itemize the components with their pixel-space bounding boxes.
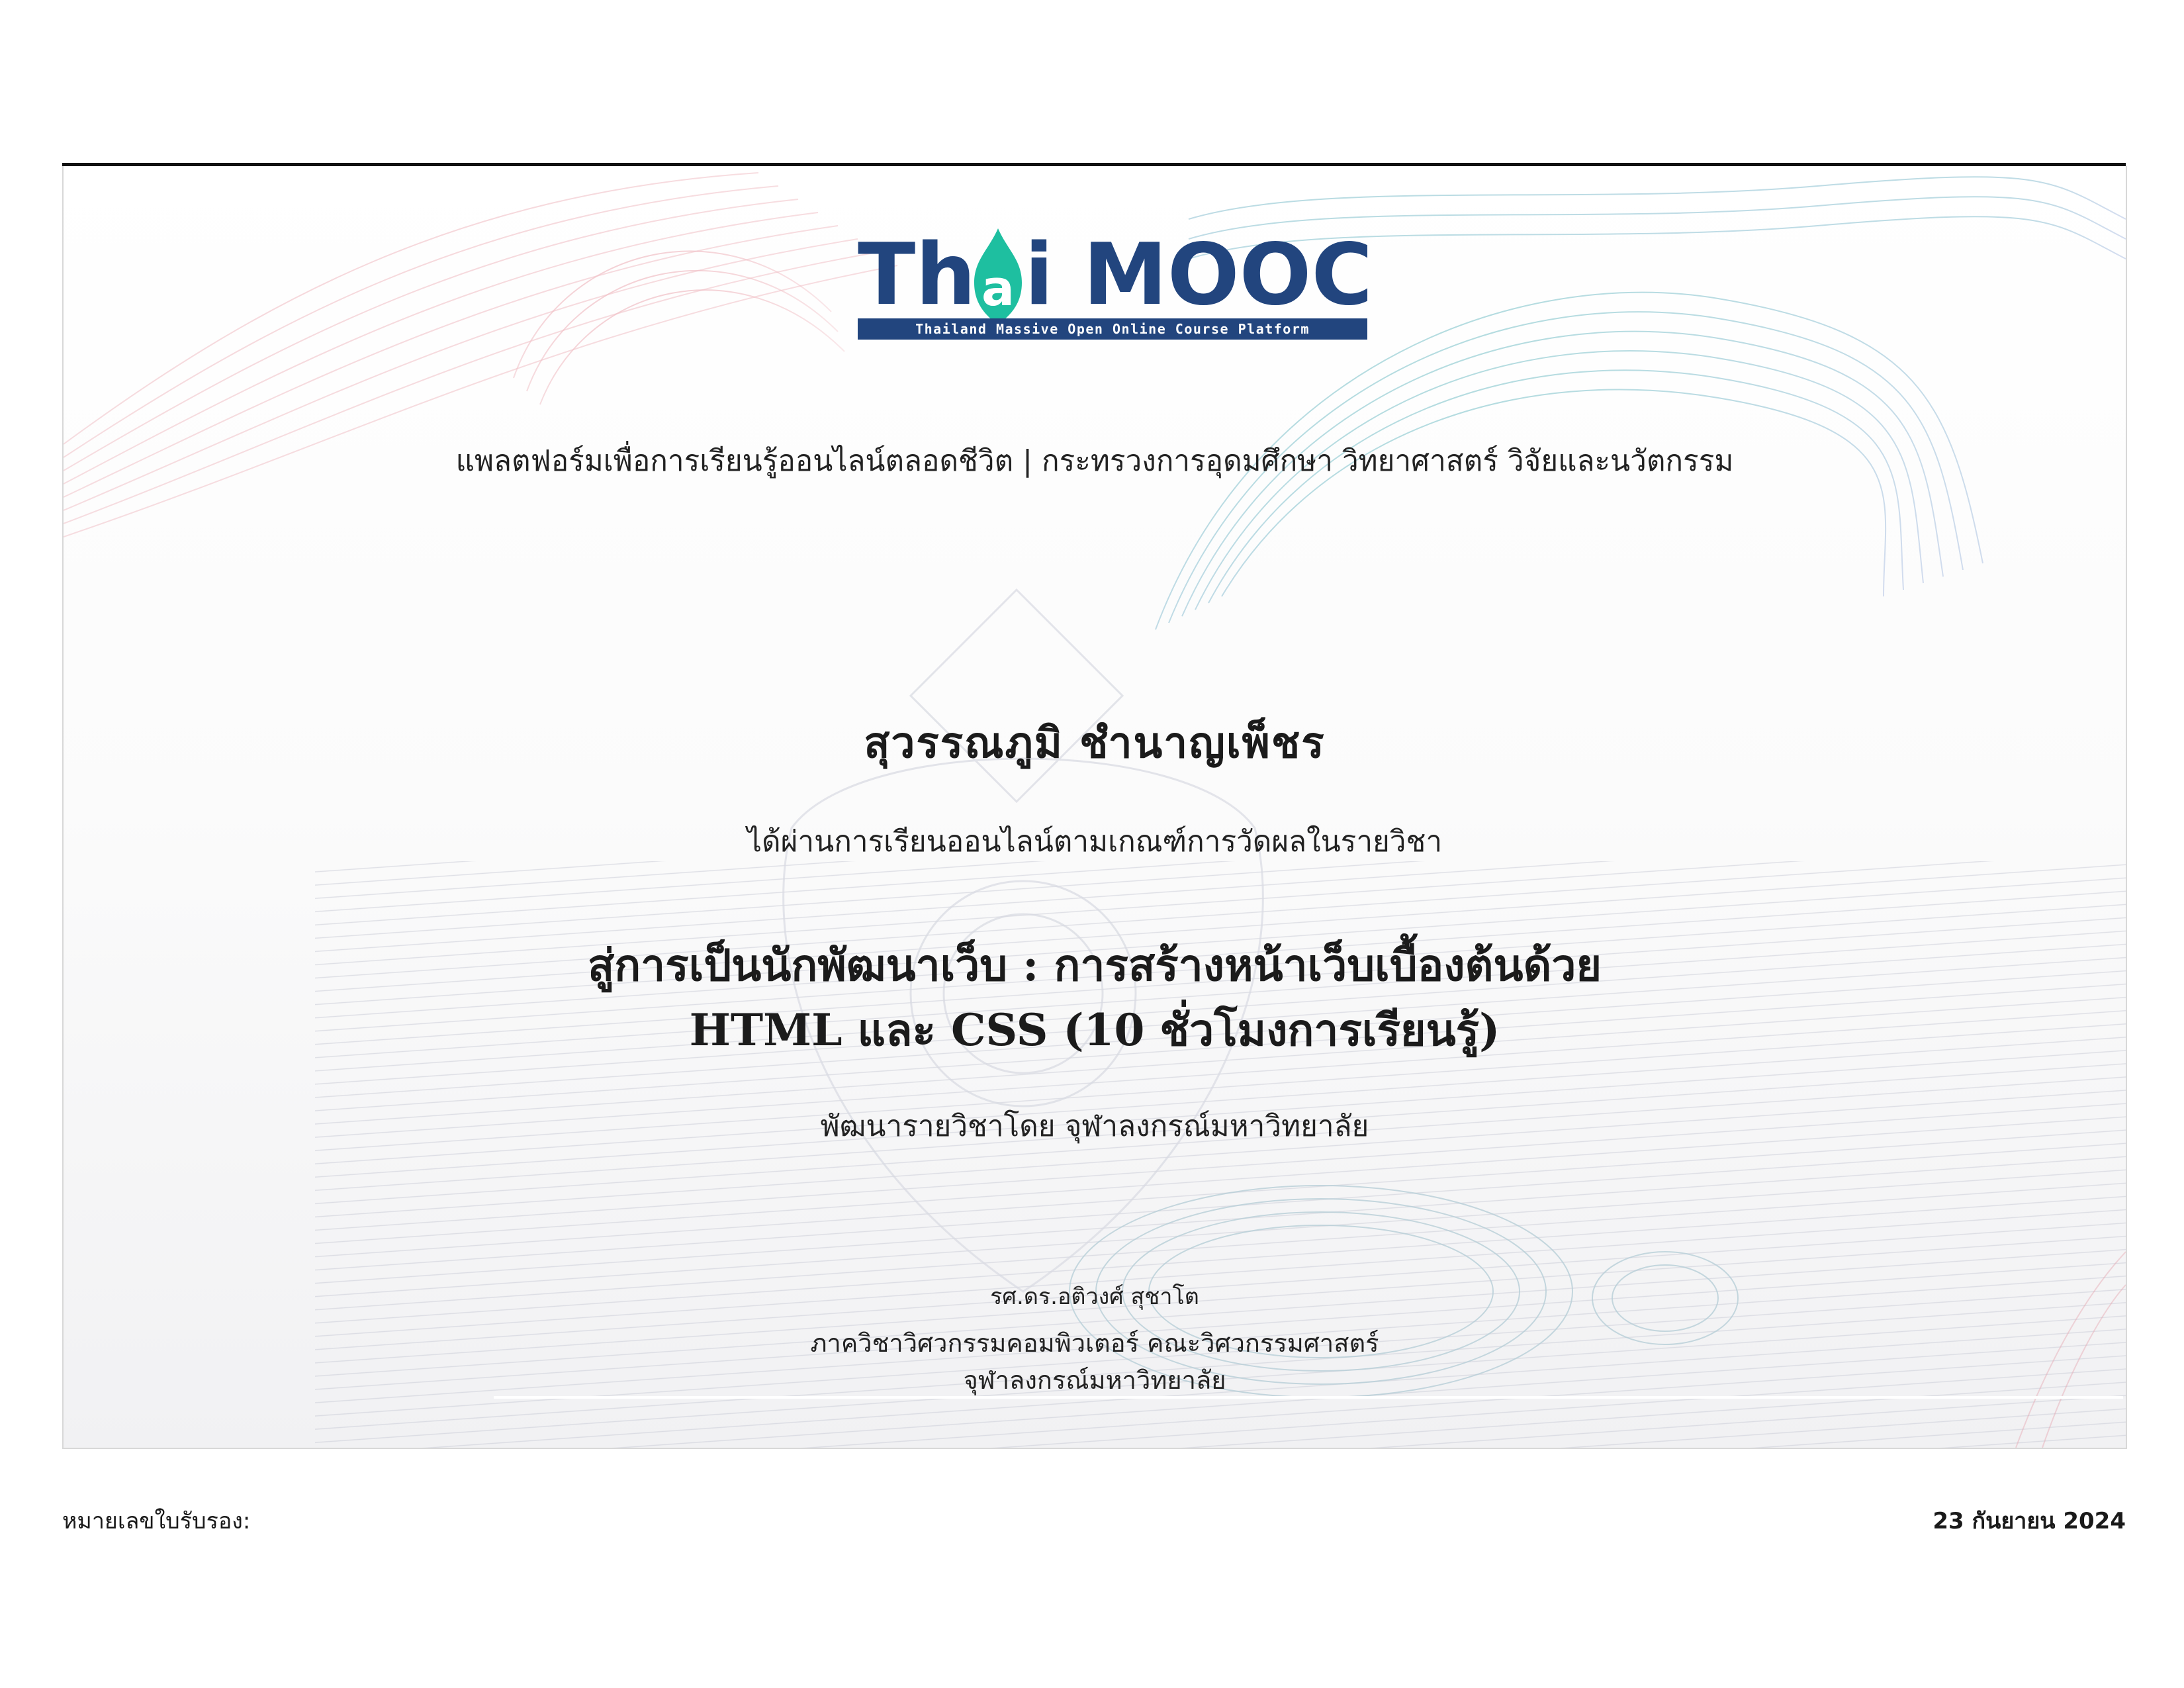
signer-name: รศ.ดร.อติวงศ์ สุชาโต	[990, 1284, 1199, 1310]
svg-text:Th: Th	[858, 226, 976, 324]
course-title-line-2: HTML และ CSS (10 ชั่วโมงการเรียนรู้)	[689, 1004, 1500, 1056]
signer-affiliation-line-2: จุฬาลงกรณ์มหาวิทยาลัย	[963, 1366, 1226, 1395]
passed-statement: ได้ผ่านการเรียนออนไลน์ตามเกณฑ์การวัดผลใน…	[747, 825, 1443, 859]
course-title: สู่การเป็นนักพัฒนาเว็บ : การสร้างหน้าเว็…	[64, 933, 2126, 1062]
platform-subtitle: แพลตฟอร์มเพื่อการเรียนรู้ออนไลน์ตลอดชีวิ…	[455, 444, 1734, 478]
certificate-content: Th a i MOOC Thailand Massive Open Online…	[64, 166, 2126, 1448]
signature-line	[494, 1396, 2123, 1399]
certificate-frame: Th a i MOOC Thailand Massive Open Online…	[62, 166, 2127, 1449]
svg-text:i MOOC: i MOOC	[1024, 226, 1367, 324]
recipient-name: สุวรรณภูมิ ชำนาญเพ็ชร	[864, 718, 1326, 768]
signer-affiliation: ภาควิชาวิศวกรรมคอมพิวเตอร์ คณะวิศวกรรมศา…	[64, 1325, 2126, 1399]
signer-affiliation-line-1: ภาควิชาวิศวกรรมคอมพิวเตอร์ คณะวิศวกรรมศา…	[810, 1329, 1379, 1358]
svg-text:a: a	[981, 260, 1015, 317]
developed-by: พัฒนารายวิชาโดย จุฬาลงกรณ์มหาวิทยาลัย	[820, 1109, 1369, 1143]
certificate-number-label: หมายเลขใบรับรอง:	[62, 1508, 251, 1534]
thaimooc-logo: Th a i MOOC Thailand Massive Open Online…	[858, 226, 1367, 340]
logo-tagline: Thailand Massive Open Online Course Plat…	[915, 321, 1310, 337]
course-title-line-1: สู่การเป็นนักพัฒนาเว็บ : การสร้างหน้าเว็…	[587, 939, 1602, 991]
issue-date: 23 กันยายน 2024	[1933, 1508, 2126, 1534]
